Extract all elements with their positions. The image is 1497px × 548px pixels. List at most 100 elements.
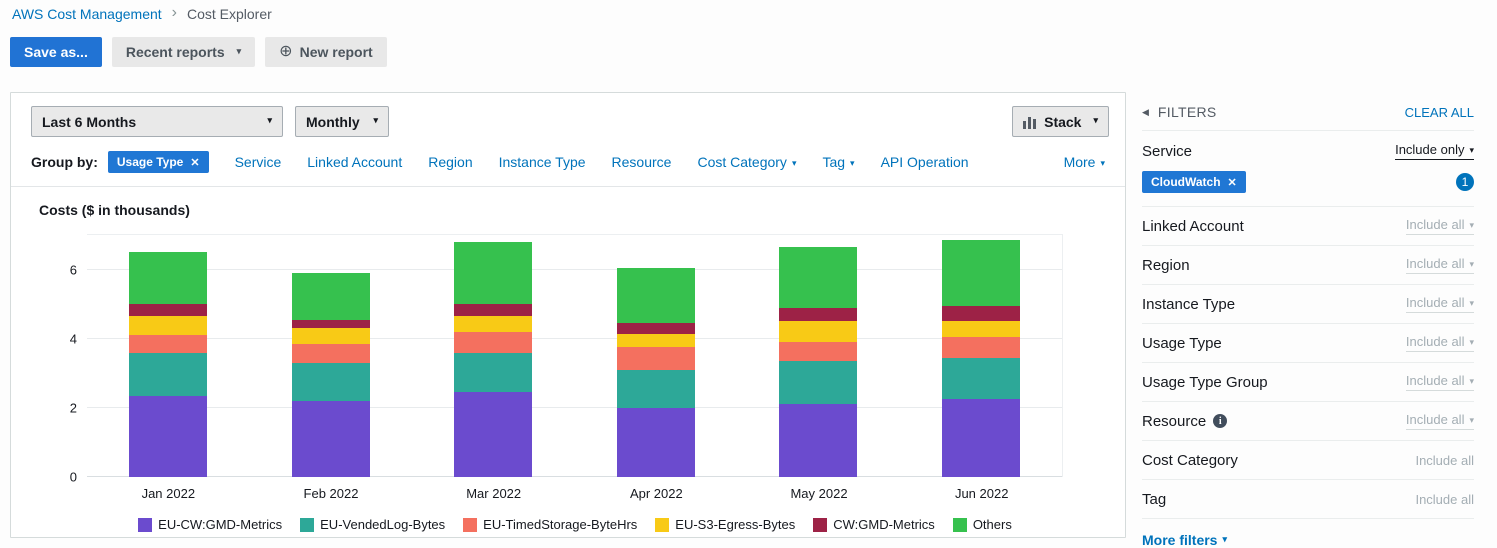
group-by-link-tag[interactable]: Tag ▾ <box>822 154 854 170</box>
bar-segment-eu-timedstorage-bytehrs[interactable] <box>291 343 370 363</box>
breadcrumb-link-cost-management[interactable]: AWS Cost Management <box>12 6 162 22</box>
bar-segment-eu-vendedlog-bytes[interactable] <box>129 352 208 396</box>
bar-segment-cw-gmd-metrics[interactable] <box>454 304 533 317</box>
legend-item-cw-gmd-metrics[interactable]: CW:GMD-Metrics <box>813 517 935 532</box>
legend-item-others[interactable]: Others <box>952 517 1012 532</box>
legend-label: EU-VendedLog-Bytes <box>320 517 446 532</box>
group-by-link-api-operation[interactable]: API Operation <box>881 154 969 170</box>
bar-segment-eu-s3-egress-bytes[interactable] <box>454 316 533 332</box>
filter-count-badge: 1 <box>1456 173 1474 191</box>
group-by-link-resource[interactable]: Resource <box>612 154 672 170</box>
bar-segment-others[interactable] <box>779 247 858 308</box>
bars-row <box>87 235 1062 477</box>
chart-style-select[interactable]: Stack ▾ <box>1012 106 1109 137</box>
filters-sidebar: ◀ FILTERS CLEAR ALL Service Include only… <box>1142 104 1474 548</box>
bar-segment-cw-gmd-metrics[interactable] <box>941 305 1020 322</box>
bar-segment-eu-s3-egress-bytes[interactable] <box>129 316 208 336</box>
bar-segment-eu-cw-gmd-metrics[interactable] <box>616 407 695 477</box>
service-include-dropdown[interactable]: Include only ▾ <box>1395 142 1474 160</box>
stacked-bar-jan-2022 <box>129 235 208 477</box>
x-axis-label: May 2022 <box>790 486 848 501</box>
filter-value-dropdown[interactable]: Include all ▾ <box>1405 373 1474 391</box>
filter-label-wrap: Tag <box>1142 491 1166 508</box>
bar-segment-eu-vendedlog-bytes[interactable] <box>779 361 858 405</box>
group-by-link-cost-category[interactable]: Cost Category ▾ <box>697 154 796 170</box>
legend-swatch <box>300 517 315 532</box>
filter-value-dropdown[interactable]: Include all ▾ <box>1405 256 1474 274</box>
bar-segment-others[interactable] <box>616 267 695 324</box>
legend-item-eu-cw-gmd-metrics[interactable]: EU-CW:GMD-Metrics <box>138 517 282 532</box>
bar-segment-eu-cw-gmd-metrics[interactable] <box>129 395 208 477</box>
bar-segment-eu-timedstorage-bytehrs[interactable] <box>454 331 533 353</box>
granularity-select[interactable]: Monthly ▾ <box>295 106 389 137</box>
legend-item-eu-timedstorage-bytehrs[interactable]: EU-TimedStorage-ByteHrs <box>463 517 637 532</box>
filter-value-dropdown[interactable]: Include all ▾ <box>1405 217 1474 235</box>
filter-rows: Linked Account Include all ▾ Region Include … <box>1142 207 1474 519</box>
group-by-more-link[interactable]: More ▾ <box>1064 154 1105 170</box>
bar-segment-eu-timedstorage-bytehrs[interactable] <box>616 347 695 370</box>
bar-segment-others[interactable] <box>291 273 370 320</box>
bar-segment-eu-timedstorage-bytehrs[interactable] <box>129 335 208 353</box>
bar-segment-eu-s3-egress-bytes[interactable] <box>616 333 695 348</box>
granularity-value: Monthly <box>306 113 360 130</box>
info-icon[interactable]: i <box>1213 414 1228 428</box>
group-by-chip-usage-type[interactable]: Usage Type ✕ <box>107 151 209 173</box>
save-as-button[interactable]: Save as... <box>10 37 102 67</box>
chart-legend: EU-CW:GMD-Metrics EU-VendedLog-Bytes EU-Ti… <box>87 517 1063 532</box>
bar-segment-others[interactable] <box>129 252 208 305</box>
filter-row-usage-type: Usage Type Include all ▾ <box>1142 324 1474 363</box>
bar-segment-eu-timedstorage-bytehrs[interactable] <box>941 337 1020 358</box>
recent-reports-button[interactable]: Recent reports ▾ <box>111 37 256 67</box>
filter-chip-cloudwatch[interactable]: CloudWatch ✕ <box>1142 171 1246 193</box>
group-by-link-service[interactable]: Service <box>235 154 282 170</box>
plus-circle-icon: ⊕ <box>279 43 293 60</box>
clear-all-link[interactable]: CLEAR ALL <box>1405 105 1474 120</box>
bar-segment-eu-vendedlog-bytes[interactable] <box>454 352 533 393</box>
time-range-select[interactable]: Last 6 Months ▾ <box>31 106 283 137</box>
group-by-link-linked-account[interactable]: Linked Account <box>307 154 402 170</box>
close-icon[interactable]: ✕ <box>1228 176 1237 189</box>
more-filters-link[interactable]: More filters ▾ <box>1142 519 1227 548</box>
cost-explorer-card: Last 6 Months ▾ Monthly ▾ Stack ▾ Group … <box>10 92 1126 538</box>
chevron-down-icon: ▾ <box>791 158 797 168</box>
bar-segment-eu-s3-egress-bytes[interactable] <box>779 321 858 343</box>
group-by-link-instance-type[interactable]: Instance Type <box>499 154 586 170</box>
filter-value-dropdown[interactable]: Include all ▾ <box>1405 334 1474 352</box>
stacked-bar-may-2022 <box>779 235 858 477</box>
bar-segment-others[interactable] <box>941 240 1020 306</box>
filter-value-dropdown[interactable]: Include all ▾ <box>1405 412 1474 430</box>
bar-segment-eu-timedstorage-bytehrs[interactable] <box>779 342 858 362</box>
stacked-bar-mar-2022 <box>454 235 533 477</box>
legend-item-eu-vendedlog-bytes[interactable]: EU-VendedLog-Bytes <box>300 517 445 532</box>
legend-item-eu-s3-egress-bytes[interactable]: EU-S3-Egress-Bytes <box>655 517 795 532</box>
bar-segment-cw-gmd-metrics[interactable] <box>616 323 695 334</box>
chevron-down-icon: ▾ <box>1222 533 1227 544</box>
group-by-link-region[interactable]: Region <box>428 154 472 170</box>
bar-segment-cw-gmd-metrics[interactable] <box>291 319 370 329</box>
bar-segment-others[interactable] <box>454 241 533 305</box>
bar-segment-cw-gmd-metrics[interactable] <box>129 304 208 317</box>
chevron-down-icon: ▾ <box>373 115 378 125</box>
bar-segment-eu-vendedlog-bytes[interactable] <box>616 369 695 408</box>
bar-segment-eu-cw-gmd-metrics[interactable] <box>779 404 858 477</box>
bar-segment-eu-cw-gmd-metrics[interactable] <box>941 399 1020 477</box>
chevron-down-icon: ▾ <box>236 45 242 56</box>
x-axis-label: Mar 2022 <box>466 486 522 501</box>
bar-segment-eu-s3-egress-bytes[interactable] <box>941 321 1020 337</box>
bar-segment-eu-s3-egress-bytes[interactable] <box>291 328 370 344</box>
chart-controls: Last 6 Months ▾ Monthly ▾ Stack ▾ <box>11 93 1125 145</box>
filter-row-service: Service Include only ▾ CloudWatch ✕ 1 <box>1142 131 1474 207</box>
bar-segment-cw-gmd-metrics[interactable] <box>779 307 858 322</box>
bar-segment-eu-vendedlog-bytes[interactable] <box>291 362 370 401</box>
close-icon[interactable]: ✕ <box>190 156 199 169</box>
legend-label: EU-CW:GMD-Metrics <box>158 517 283 532</box>
new-report-button[interactable]: ⊕ New report <box>265 37 387 67</box>
collapse-left-icon[interactable]: ◀ <box>1142 107 1149 118</box>
filter-value-dropdown[interactable]: Include all ▾ <box>1405 295 1474 313</box>
chevron-down-icon: ▾ <box>267 115 272 125</box>
bar-segment-eu-vendedlog-bytes[interactable] <box>941 357 1020 400</box>
bar-segment-eu-cw-gmd-metrics[interactable] <box>291 400 370 477</box>
bar-segment-eu-cw-gmd-metrics[interactable] <box>454 392 533 477</box>
filters-header: ◀ FILTERS CLEAR ALL <box>1142 104 1474 131</box>
include-only-label: Include only <box>1395 142 1465 157</box>
